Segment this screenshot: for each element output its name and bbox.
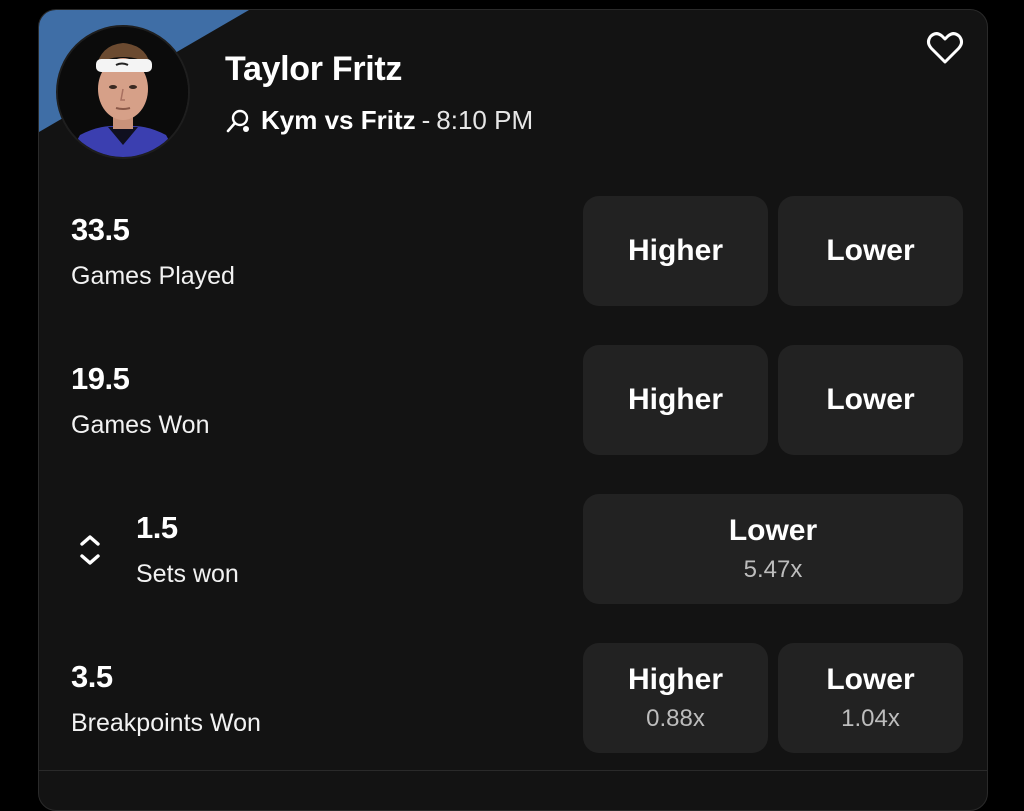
lower-label: Lower [728, 514, 818, 547]
lower-label: Lower [826, 663, 915, 696]
player-prop-card: Taylor Fritz Kym vs Fritz - 8:10 PM 33.5… [38, 9, 988, 811]
matchup-text: Kym vs Fritz [261, 105, 416, 135]
prop-stat-label: Games Played [71, 262, 235, 290]
higher-label: Higher [627, 663, 723, 696]
prop-row-breakpoints-won: 3.5 Breakpoints Won Higher 0.88x Lower 1… [39, 643, 987, 755]
higher-button[interactable]: Higher [583, 345, 768, 455]
player-name: Taylor Fritz [225, 50, 403, 88]
lower-button[interactable]: Lower [778, 196, 963, 306]
lower-button[interactable]: Lower [778, 345, 963, 455]
heart-outline-icon [927, 32, 963, 64]
lower-multiplier: 1.04x [841, 705, 900, 732]
lower-label: Lower [826, 383, 915, 416]
favorite-button[interactable] [923, 26, 967, 70]
prop-stat-label: Games Won [71, 411, 210, 439]
lower-button[interactable]: Lower 5.47x [583, 494, 963, 604]
prop-stat-label: Breakpoints Won [71, 709, 261, 737]
lower-multiplier: 5.47x [743, 556, 803, 583]
match-info: Kym vs Fritz - 8:10 PM [225, 105, 533, 136]
line-toggle[interactable] [75, 524, 105, 576]
match-time: 8:10 PM [436, 105, 534, 135]
higher-label: Higher [627, 383, 723, 416]
divider [39, 770, 987, 771]
higher-button[interactable]: Higher 0.88x [583, 643, 768, 753]
lower-label: Lower [826, 234, 915, 267]
separator: - [421, 105, 431, 135]
prop-stat-label: Sets won [136, 560, 239, 588]
higher-multiplier: 0.88x [646, 705, 705, 732]
prop-row-sets-won: 1.5 Sets won Lower 5.47x [39, 494, 987, 606]
prop-line-value: 19.5 [71, 361, 130, 396]
chevron-up-down-icon [80, 535, 100, 565]
prop-line-value: 3.5 [71, 659, 113, 694]
lower-button[interactable]: Lower 1.04x [778, 643, 963, 753]
higher-label: Higher [627, 234, 723, 267]
prop-line-value: 33.5 [71, 212, 130, 247]
higher-button[interactable]: Higher [583, 196, 768, 306]
prop-row-games-won: 19.5 Games Won Higher Lower [39, 345, 987, 457]
player-avatar [56, 25, 190, 159]
tennis-racket-icon [226, 109, 249, 132]
prop-row-games-played: 33.5 Games Played Higher Lower [39, 196, 987, 308]
prop-line-value: 1.5 [136, 510, 178, 545]
